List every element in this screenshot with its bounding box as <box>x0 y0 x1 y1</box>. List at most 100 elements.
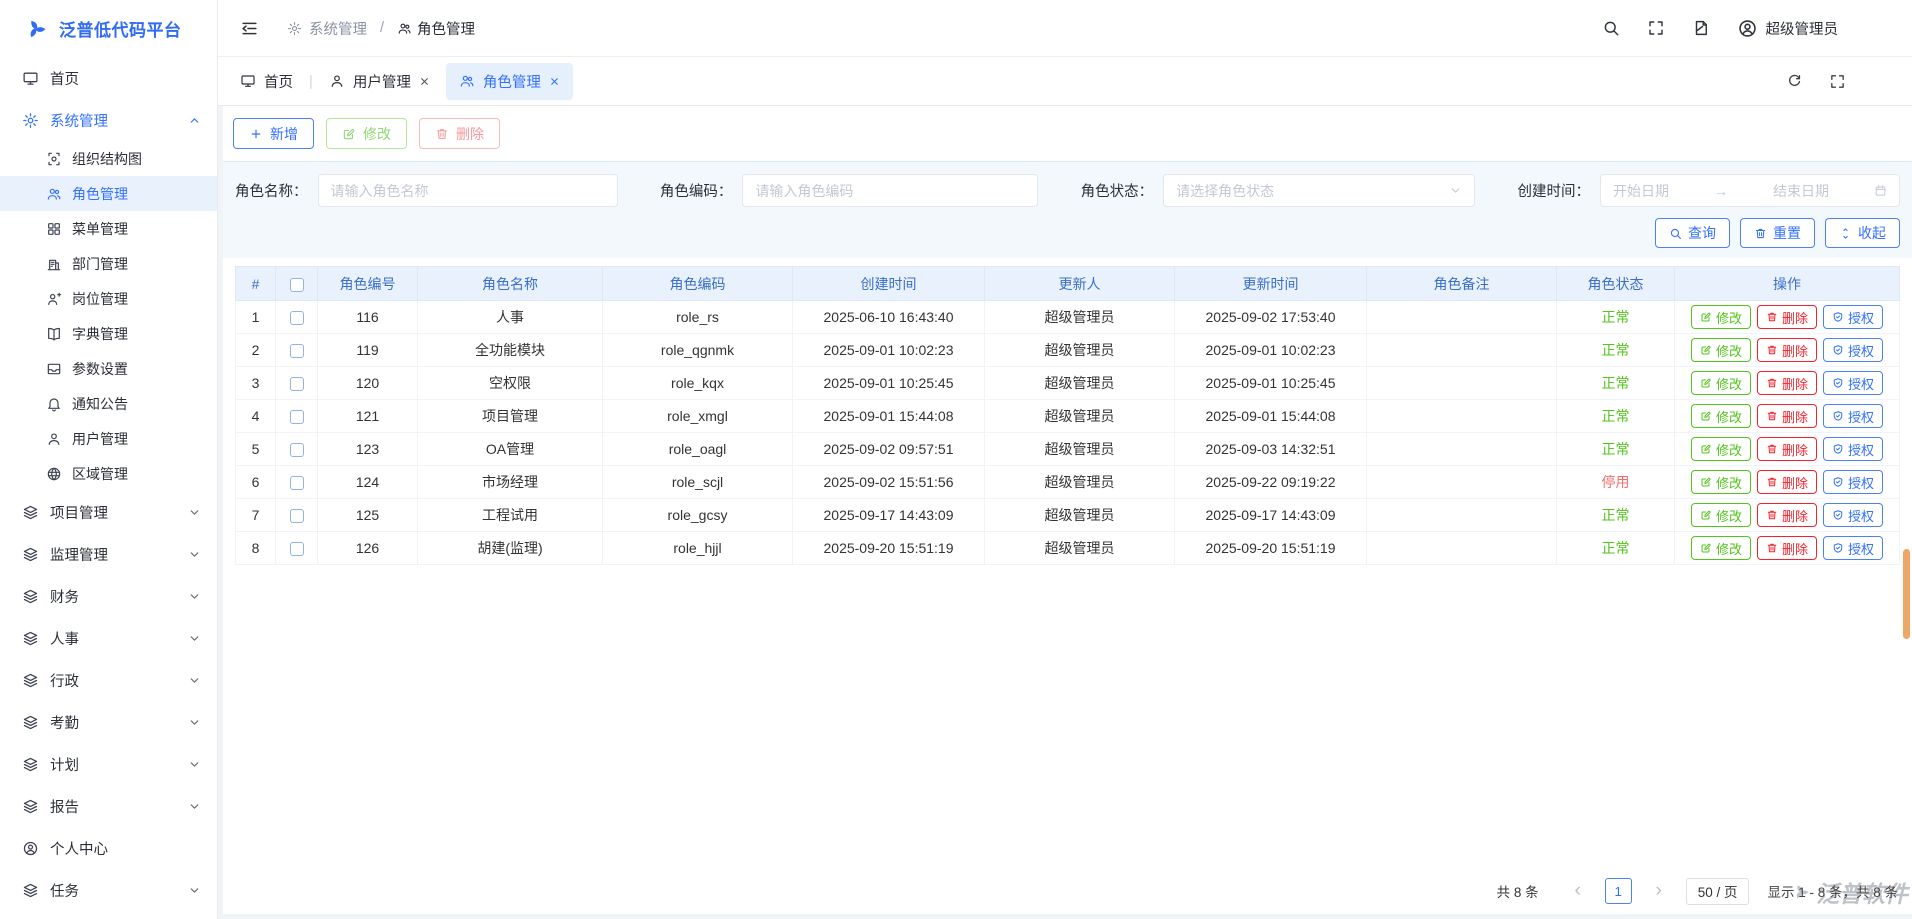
row-grant-button[interactable]: 授权 <box>1823 371 1883 395</box>
select-all-checkbox[interactable] <box>290 278 304 292</box>
row-edit-button[interactable]: 修改 <box>1691 371 1751 395</box>
row-checkbox[interactable] <box>290 377 304 391</box>
sidebar-group-item[interactable]: 监理管理 <box>0 533 217 575</box>
row-grant-button[interactable]: 授权 <box>1823 536 1883 560</box>
row-delete-button[interactable]: 删除 <box>1757 536 1817 560</box>
sidebar-item-region-mgmt[interactable]: 区域管理 <box>0 456 217 491</box>
sidebar-item-post-mgmt[interactable]: 岗位管理 <box>0 281 217 316</box>
sidebar-item-tasks[interactable]: 任务 <box>0 869 217 911</box>
row-edit-label: 修改 <box>1716 539 1742 558</box>
fullscreen-icon[interactable] <box>1647 19 1665 37</box>
cell-role-name: 胡建(监理) <box>418 532 603 565</box>
collapse-filters-button[interactable]: 收起 <box>1825 218 1900 248</box>
cell-created: 2025-09-17 14:43:09 <box>793 499 985 532</box>
table-container: # 角色编号 角色名称 角色编码 创建时间 更新人 更新时间 角色备注 角色状态 <box>223 258 1912 868</box>
scrollbar-thumb[interactable] <box>1903 549 1910 639</box>
sidebar-item-notice[interactable]: 通知公告 <box>0 386 217 421</box>
row-checkbox[interactable] <box>290 344 304 358</box>
row-delete-button[interactable]: 删除 <box>1757 338 1817 362</box>
row-delete-button[interactable]: 删除 <box>1757 404 1817 428</box>
row-grant-button[interactable]: 授权 <box>1823 437 1883 461</box>
row-edit-button[interactable]: 修改 <box>1691 404 1751 428</box>
sidebar-collapse-icon[interactable] <box>240 19 259 38</box>
row-grant-button[interactable]: 授权 <box>1823 470 1883 494</box>
sidebar-item-home[interactable]: 首页 <box>0 57 217 99</box>
refresh-icon[interactable] <box>1786 73 1803 90</box>
edit-button[interactable]: 修改 <box>326 118 407 149</box>
tab-user-mgmt[interactable]: 用户管理 <box>329 71 430 92</box>
sidebar-item-org-structure[interactable]: 组织结构图 <box>0 141 217 176</box>
role-code-input[interactable] <box>742 174 1038 207</box>
cell-role-no: 126 <box>318 532 418 565</box>
row-edit-button[interactable]: 修改 <box>1691 503 1751 527</box>
row-delete-button[interactable]: 删除 <box>1757 437 1817 461</box>
row-edit-button[interactable]: 修改 <box>1691 470 1751 494</box>
row-grant-button[interactable]: 授权 <box>1823 305 1883 329</box>
row-checkbox[interactable] <box>290 443 304 457</box>
chevron-down-icon <box>188 758 201 771</box>
table-row: 7 125 工程试用 role_gcsy 2025-09-17 14:43:09… <box>236 499 1900 532</box>
sidebar-item-personal-center[interactable]: 个人中心 <box>0 827 217 869</box>
row-edit-label: 修改 <box>1716 308 1742 327</box>
cell-updater: 超级管理员 <box>985 499 1175 532</box>
sidebar-group-item[interactable]: 人事 <box>0 617 217 659</box>
user-menu[interactable]: 超级管理员 <box>1737 18 1839 39</box>
row-delete-button[interactable]: 删除 <box>1757 305 1817 329</box>
fullscreen-icon[interactable] <box>1829 73 1846 90</box>
delete-button[interactable]: 删除 <box>419 118 500 149</box>
row-grant-button[interactable]: 授权 <box>1823 503 1883 527</box>
monitor-icon <box>240 73 256 89</box>
row-checkbox[interactable] <box>290 410 304 424</box>
sidebar-item-dept-mgmt[interactable]: 部门管理 <box>0 246 217 281</box>
role-name-input[interactable] <box>318 174 618 207</box>
page-size-select[interactable]: 50 / 页 <box>1686 878 1750 905</box>
search-button[interactable]: 查询 <box>1655 218 1730 248</box>
add-button[interactable]: 新增 <box>233 118 314 149</box>
cell-role-no: 116 <box>318 301 418 334</box>
row-edit-button[interactable]: 修改 <box>1691 305 1751 329</box>
reset-button[interactable]: 重置 <box>1740 218 1815 248</box>
sidebar-item-user-mgmt[interactable]: 用户管理 <box>0 421 217 456</box>
row-edit-label: 修改 <box>1716 473 1742 492</box>
prev-page-button[interactable]: ‹ <box>1565 878 1591 904</box>
sidebar-group-item[interactable]: 行政 <box>0 659 217 701</box>
row-edit-button[interactable]: 修改 <box>1691 338 1751 362</box>
search-icon[interactable] <box>1602 19 1620 37</box>
close-icon[interactable] <box>549 76 560 87</box>
breadcrumb-section[interactable]: 系统管理 <box>309 18 367 39</box>
row-edit-button[interactable]: 修改 <box>1691 536 1751 560</box>
table-row: 1 116 人事 role_rs 2025-06-10 16:43:40 超级管… <box>236 301 1900 334</box>
tab-home[interactable]: 首页 <box>240 71 293 92</box>
current-page-button[interactable]: 1 <box>1605 878 1632 904</box>
row-grant-button[interactable]: 授权 <box>1823 404 1883 428</box>
sidebar-item-param-settings[interactable]: 参数设置 <box>0 351 217 386</box>
row-edit-button[interactable]: 修改 <box>1691 437 1751 461</box>
next-page-button[interactable]: › <box>1646 878 1672 904</box>
cell-index: 5 <box>236 433 276 466</box>
close-icon[interactable] <box>419 76 430 87</box>
row-checkbox[interactable] <box>290 476 304 490</box>
row-delete-button[interactable]: 删除 <box>1757 371 1817 395</box>
sidebar-group-item[interactable]: 计划 <box>0 743 217 785</box>
sidebar-group-item[interactable]: 报告 <box>0 785 217 827</box>
row-delete-button[interactable]: 删除 <box>1757 503 1817 527</box>
sidebar-item-menu-mgmt[interactable]: 菜单管理 <box>0 211 217 246</box>
sidebar-item-system[interactable]: 系统管理 <box>0 99 217 141</box>
row-delete-button[interactable]: 删除 <box>1757 470 1817 494</box>
row-checkbox[interactable] <box>290 509 304 523</box>
sidebar-item-role-mgmt[interactable]: 角色管理 <box>0 176 217 211</box>
sidebar-group-item[interactable]: 财务 <box>0 575 217 617</box>
row-checkbox[interactable] <box>290 542 304 556</box>
date-range-picker[interactable]: 开始日期 → 结束日期 <box>1600 174 1900 207</box>
cell-updated: 2025-09-22 09:19:22 <box>1175 466 1367 499</box>
row-actions: 修改 删除 授权 <box>1675 404 1899 428</box>
row-checkbox[interactable] <box>290 311 304 325</box>
row-grant-button[interactable]: 授权 <box>1823 338 1883 362</box>
sidebar-item-dict-mgmt[interactable]: 字典管理 <box>0 316 217 351</box>
tab-role-mgmt[interactable]: 角色管理 <box>446 63 573 100</box>
role-status-select[interactable]: 请选择角色状态 <box>1163 174 1475 207</box>
sidebar-group-item[interactable]: 考勤 <box>0 701 217 743</box>
theme-icon[interactable] <box>1692 19 1710 37</box>
sidebar-group-item[interactable]: 项目管理 <box>0 491 217 533</box>
cell-status: 正常 <box>1557 400 1675 433</box>
